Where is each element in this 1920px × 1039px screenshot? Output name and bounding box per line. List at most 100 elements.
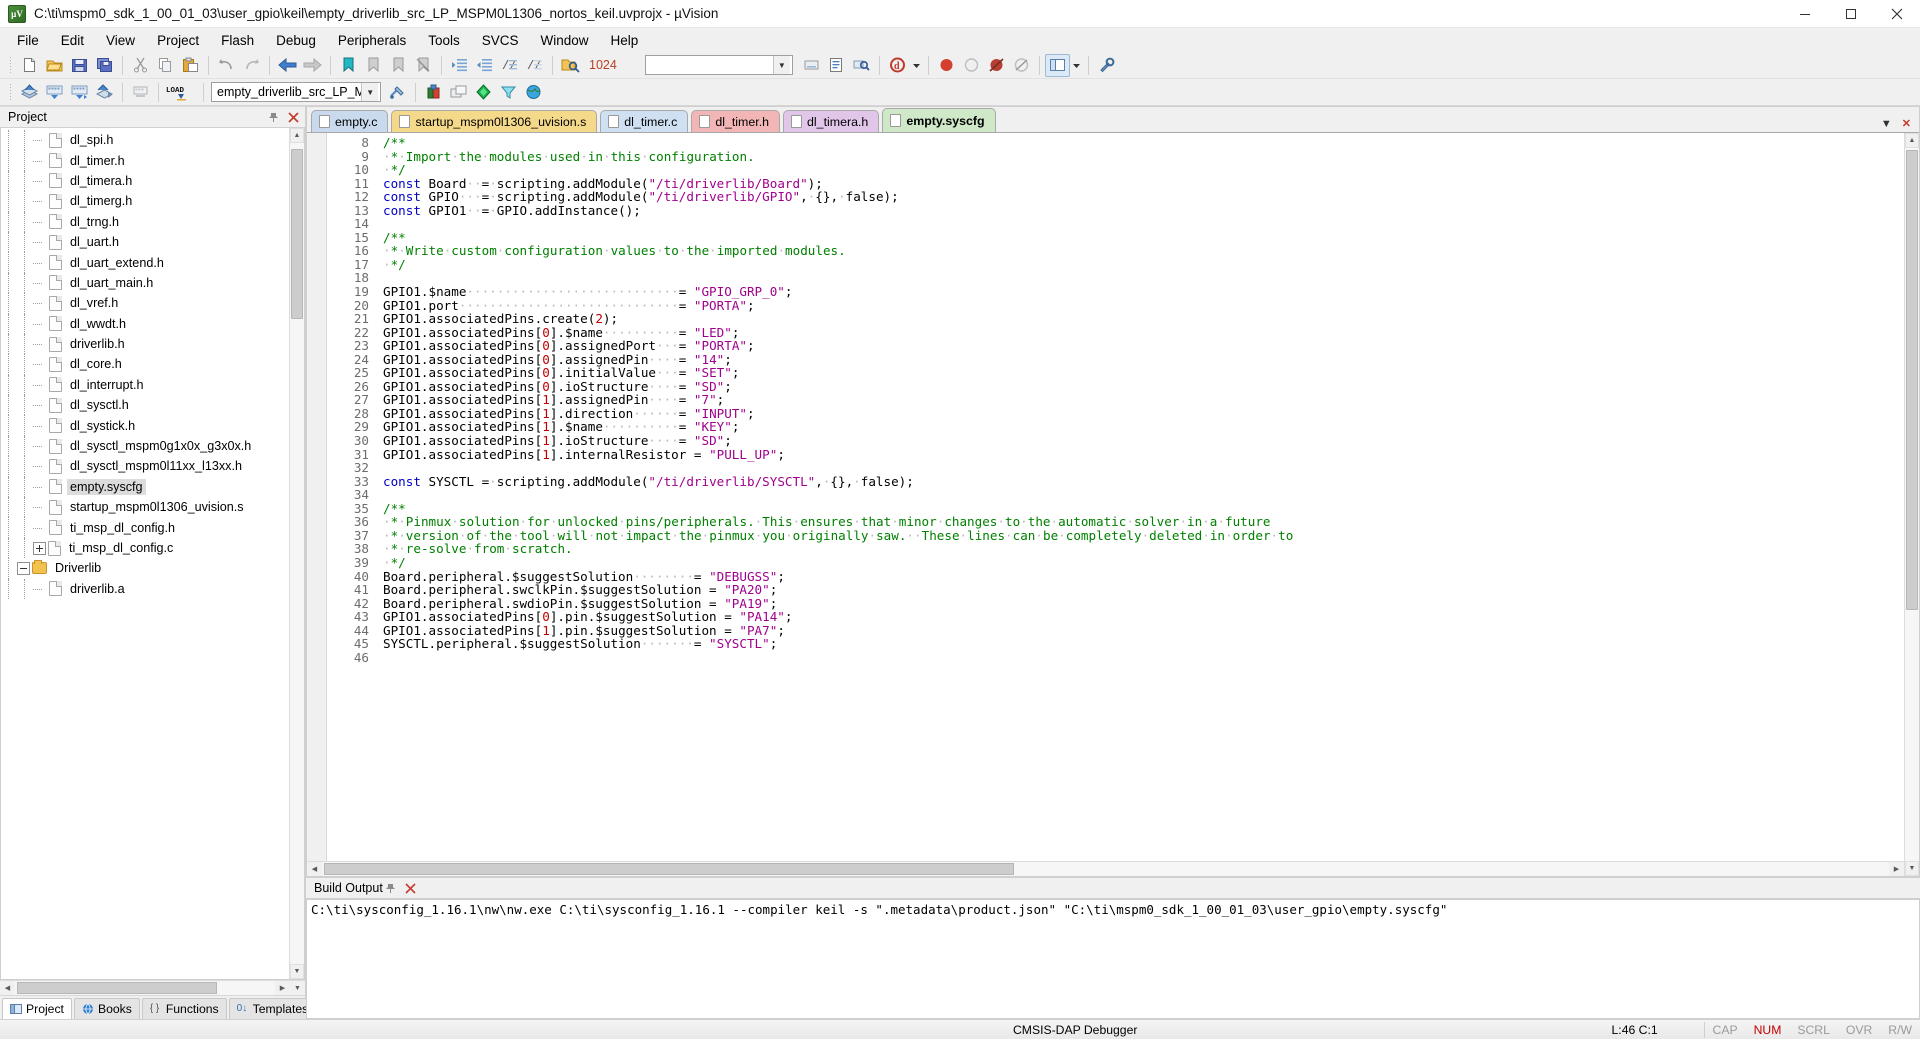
window-layout-icon[interactable]	[1044, 53, 1070, 77]
tree-item[interactable]: dl_sysctl.h	[1, 395, 289, 416]
editor-tab[interactable]: dl_timer.c	[600, 110, 689, 132]
code-scroll-area[interactable]: 8 9 10 11 12 13 14 15 16 17 18 19 20 21 22 23 24 25 26 27 28…	[307, 133, 1904, 861]
tree-item[interactable]: dl_spi.h	[1, 130, 289, 151]
pack-installer-icon[interactable]	[421, 81, 446, 104]
editor-tab[interactable]: empty.c	[311, 110, 389, 132]
tree-item[interactable]: driverlib.h	[1, 333, 289, 355]
code-text[interactable]: /** ·*·Import·the·modules·used·in·this·co…	[375, 133, 1904, 861]
hscroll-thumb[interactable]	[17, 982, 217, 994]
settings-icon[interactable]	[1094, 54, 1119, 77]
close-icon[interactable]	[403, 880, 419, 896]
breakpoint-gutter[interactable]	[307, 133, 327, 861]
bookmark-clear-icon[interactable]	[411, 54, 436, 77]
editor-tab[interactable]: dl_timer.h	[691, 110, 781, 132]
tree-item[interactable]: startup_mspm0l1306_uvision.s	[1, 497, 289, 518]
vscroll-track[interactable]	[290, 143, 304, 964]
scroll-up-icon[interactable]: ▲	[1905, 133, 1919, 148]
scroll-down-icon[interactable]: ▼	[290, 964, 304, 979]
tree-item[interactable]: dl_core.h	[1, 354, 289, 376]
toolbar-grip[interactable]	[7, 55, 14, 75]
tree-item[interactable]: dl_timerg.h	[1, 191, 289, 212]
tab-books[interactable]: Books	[73, 998, 140, 1019]
tree-item[interactable]: dl_timera.h	[1, 170, 289, 192]
disable-breakpoint-icon[interactable]	[984, 54, 1009, 77]
scroll-right-icon[interactable]: ▶	[1889, 862, 1904, 876]
close-icon[interactable]: ✕	[1902, 117, 1911, 130]
paste-icon[interactable]	[178, 54, 203, 77]
editor-tab[interactable]: startup_mspm0l1306_uvision.s	[391, 110, 598, 132]
menu-edit[interactable]: Edit	[50, 31, 95, 50]
tree-item[interactable]: dl_trng.h	[1, 211, 289, 233]
scroll-down-icon-2[interactable]: ▼	[290, 981, 305, 995]
menu-debug[interactable]: Debug	[265, 31, 327, 50]
rebuild-icon[interactable]	[67, 81, 92, 104]
code-vscroll-thumb[interactable]	[1906, 150, 1918, 610]
scroll-right-icon[interactable]: ▶	[275, 981, 290, 995]
menu-file[interactable]: File	[6, 31, 50, 50]
menu-svcs[interactable]: SVCS	[471, 31, 530, 50]
comment-icon[interactable]: //	[497, 54, 522, 77]
code-vscroll-track[interactable]	[1905, 148, 1919, 861]
tree-item[interactable]: dl_interrupt.h	[1, 374, 289, 396]
debug-dropdown-icon[interactable]	[910, 54, 923, 77]
insert-file-icon[interactable]	[799, 54, 824, 77]
load-icon[interactable]: LOAD	[164, 81, 198, 104]
project-tree[interactable]: dl_spi.h dl_timer.h dl_timera.h dl_timerg.h…	[1, 128, 289, 979]
code-hscroll-thumb[interactable]	[324, 863, 1014, 875]
menu-help[interactable]: Help	[600, 31, 650, 50]
manage-run-time-env-icon[interactable]	[446, 81, 471, 104]
scroll-down-icon[interactable]: ▼	[1905, 861, 1919, 876]
scroll-left-icon[interactable]: ◀	[0, 981, 15, 995]
pin-icon[interactable]	[265, 109, 281, 125]
build-output-body[interactable]: C:\ti\sysconfig_1.16.1\nw\nw.exe C:\ti\s…	[306, 899, 1920, 1019]
cut-icon[interactable]	[128, 54, 153, 77]
tree-item[interactable]: dl_uart_main.h	[1, 272, 289, 294]
outdent-icon[interactable]	[472, 54, 497, 77]
navigate-back-icon[interactable]	[275, 54, 300, 77]
vscroll-thumb[interactable]	[291, 149, 303, 319]
stop-icon[interactable]	[934, 54, 959, 77]
configuration-wizard-icon[interactable]	[824, 54, 849, 77]
indent-icon[interactable]	[447, 54, 472, 77]
tree-item[interactable]: driverlib.a	[1, 578, 289, 600]
find-in-files-icon[interactable]	[558, 54, 583, 77]
stop-build-icon[interactable]	[128, 81, 153, 104]
close-icon[interactable]	[285, 109, 301, 125]
bookmark-toggle-icon[interactable]	[336, 54, 361, 77]
tree-item[interactable]: Driverlib	[1, 558, 289, 579]
copy-icon[interactable]	[153, 54, 178, 77]
menu-view[interactable]: View	[95, 31, 146, 50]
save-all-icon[interactable]	[92, 54, 117, 77]
tree-expander[interactable]	[17, 561, 30, 575]
tree-item[interactable]: dl_sysctl_mspm0g1x0x_g3x0x.h	[1, 435, 289, 457]
tree-item[interactable]: dl_timer.h	[1, 150, 289, 172]
project-tree-hscrollbar[interactable]: ◀ ▶ ▼	[0, 980, 305, 995]
maximize-icon[interactable]	[1828, 0, 1874, 28]
code-hscrollbar[interactable]: ◀ ▶	[307, 861, 1904, 876]
tree-item[interactable]: dl_sysctl_mspm0l11xx_l13xx.h	[1, 456, 289, 478]
code-hscroll-track[interactable]	[322, 862, 1889, 876]
redo-icon[interactable]	[239, 54, 264, 77]
tree-item[interactable]: dl_vref.h	[1, 293, 289, 314]
editor-tab[interactable]: empty.syscfg	[882, 108, 996, 132]
build-target-icon[interactable]	[42, 81, 67, 104]
tree-item[interactable]: dl_uart.h	[1, 231, 289, 253]
filter-icon[interactable]	[496, 81, 521, 104]
undo-icon[interactable]	[214, 54, 239, 77]
kill-breakpoints-icon[interactable]	[1009, 54, 1034, 77]
manage-project-items-icon[interactable]	[385, 81, 410, 104]
find-field-value[interactable]: 1024	[589, 58, 617, 72]
scroll-up-icon[interactable]: ▲	[290, 128, 304, 143]
tab-templates[interactable]: 0↓ Templates	[228, 998, 317, 1019]
batch-build-icon[interactable]	[92, 81, 117, 104]
debug-icon[interactable]: d	[885, 54, 910, 77]
menu-peripherals[interactable]: Peripherals	[327, 31, 417, 50]
save-icon[interactable]	[67, 54, 92, 77]
uncomment-icon[interactable]: //	[522, 54, 547, 77]
breakpoint-icon[interactable]	[959, 54, 984, 77]
pack-installer2-icon[interactable]	[521, 81, 546, 104]
menu-project[interactable]: Project	[146, 31, 210, 50]
code-vscrollbar[interactable]: ▲ ▼	[1904, 133, 1919, 876]
open-file-icon[interactable]	[42, 54, 67, 77]
tab-project[interactable]: Project	[2, 998, 72, 1019]
